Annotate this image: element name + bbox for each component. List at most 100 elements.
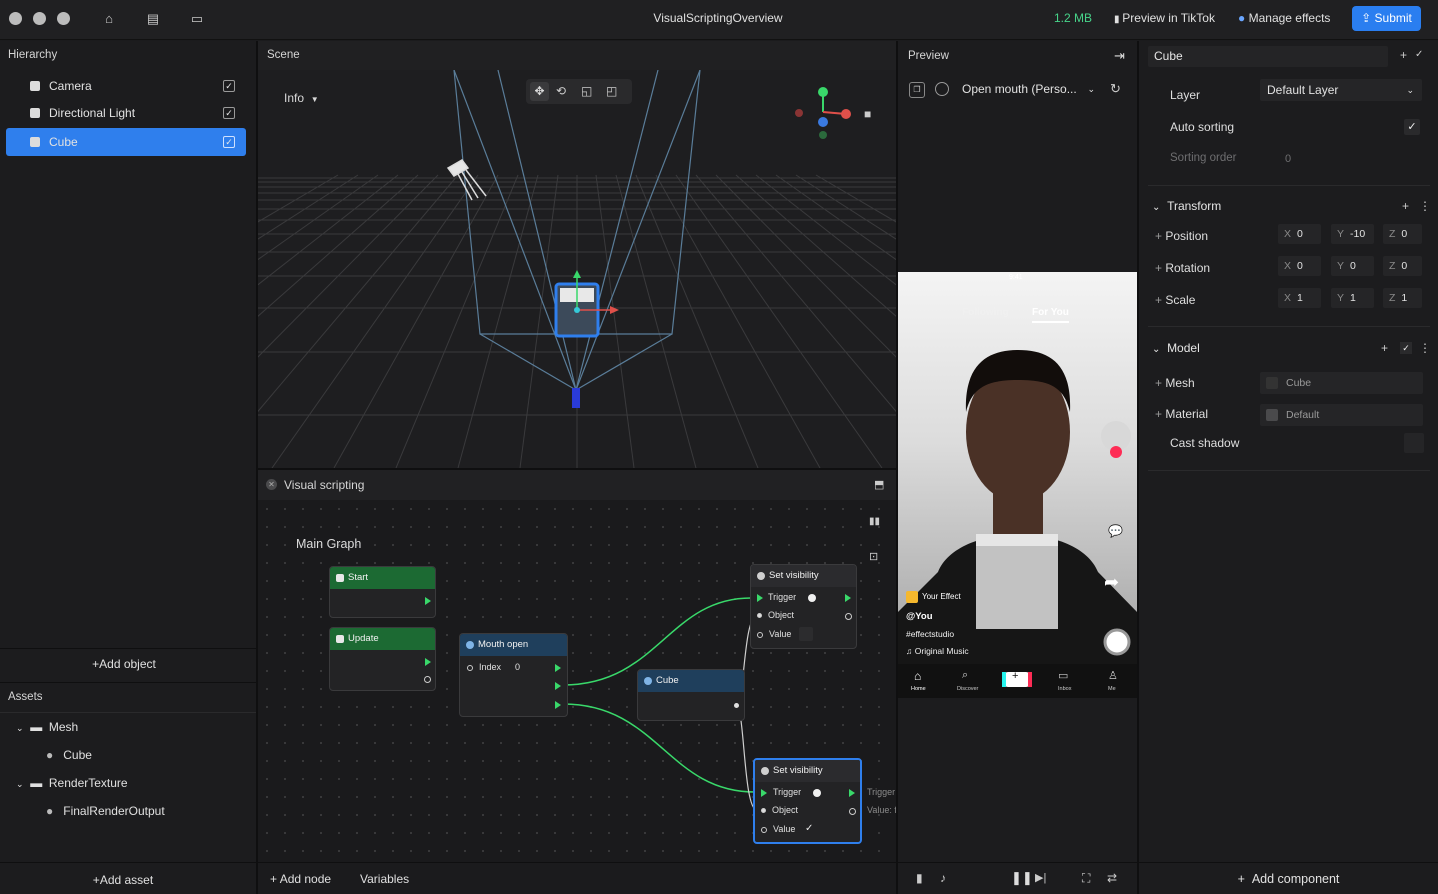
object-name-field[interactable]: Cube <box>1148 46 1388 67</box>
asset-item-cube[interactable]: ● Cube <box>46 748 92 762</box>
exec-out-pin[interactable] <box>425 658 431 666</box>
move-tool-icon[interactable]: ✥ <box>530 82 549 101</box>
plus-icon[interactable]: + <box>1402 199 1409 213</box>
home-icon[interactable]: ⌂ <box>914 669 921 683</box>
trigger-toggle[interactable] <box>808 594 816 602</box>
window-close-button[interactable] <box>9 12 22 25</box>
exec-in-pin[interactable] <box>761 789 767 797</box>
data-out-pin[interactable] <box>424 676 431 683</box>
check-icon[interactable]: ✓ <box>1415 49 1423 60</box>
model-enabled-checkbox[interactable]: ✓ <box>1400 342 1412 354</box>
asset-folder-rendertexture[interactable]: ⌄ ▬ RenderTexture <box>16 776 128 790</box>
submit-button[interactable]: ⇪ Submit <box>1352 6 1421 31</box>
index-value[interactable]: 0 <box>515 662 520 672</box>
data-out-pin[interactable] <box>849 808 856 815</box>
variables-button[interactable]: Variables <box>360 872 409 886</box>
update-node[interactable]: Update <box>329 627 436 691</box>
exec-out-pin[interactable] <box>845 594 851 602</box>
more-icon[interactable]: ⋮ <box>1419 341 1431 355</box>
camera-icon[interactable]: ■ <box>864 107 871 121</box>
scale-row[interactable]: + Scale <box>1155 293 1195 307</box>
visibility-checkbox[interactable]: ✓ <box>223 107 235 119</box>
position-y-field[interactable]: Y -10 <box>1331 224 1374 244</box>
value-input[interactable]: Value <box>757 629 791 639</box>
exec-out-pin[interactable] <box>555 682 561 690</box>
sorting-order-value[interactable]: 0 <box>1285 153 1291 165</box>
axis-gizmo[interactable] <box>788 82 888 142</box>
exec-out-pin[interactable] <box>425 597 431 605</box>
cast-shadow-checkbox[interactable] <box>1404 433 1424 453</box>
tiktok-icon[interactable]: ♪ <box>940 871 946 885</box>
trigger-toggle[interactable] <box>813 789 821 797</box>
rect-tool-icon[interactable]: ◰ <box>606 82 617 101</box>
manage-effects-link[interactable]: ● Manage effects <box>1238 11 1330 25</box>
asset-folder-mesh[interactable]: ⌄ ▬ Mesh <box>16 720 78 734</box>
cube-node[interactable]: Cube <box>637 669 745 721</box>
scale-z-field[interactable]: Z1 <box>1383 288 1422 308</box>
scale-y-field[interactable]: Y1 <box>1331 288 1374 308</box>
add-component-button[interactable]: + Add component <box>1139 872 1438 886</box>
chat-icon[interactable]: ▭ <box>189 11 205 27</box>
scene-viewport[interactable]: Info ▼ ✥ ⟲ ◱ ◰ ■ <box>258 70 896 468</box>
document-icon[interactable]: ▤ <box>145 11 161 27</box>
position-row[interactable]: + Position <box>1155 229 1208 243</box>
plus-icon[interactable]: + <box>1400 48 1407 62</box>
window-minimize-button[interactable] <box>33 12 46 25</box>
value-checkbox[interactable]: ✓ <box>805 823 813 834</box>
crop-icon[interactable]: ⛶ <box>1082 871 1090 886</box>
scale-x-field[interactable]: X1 <box>1278 288 1321 308</box>
rotation-z-field[interactable]: Z0 <box>1383 256 1422 276</box>
mesh-field[interactable]: Cube <box>1260 372 1423 394</box>
material-field[interactable]: Default <box>1260 404 1423 426</box>
exec-in-pin[interactable] <box>757 594 763 602</box>
window-maximize-button[interactable] <box>57 12 70 25</box>
share-icon[interactable]: ➦ <box>1104 572 1119 593</box>
preview-source-dropdown[interactable]: Open mouth (Perso... ⌄ <box>956 79 1101 99</box>
tab-for-you[interactable]: For You <box>1032 307 1069 323</box>
popout-icon[interactable]: ⬒ <box>874 478 884 491</box>
swap-icon[interactable]: ⇄ <box>1107 871 1117 885</box>
add-asset-button[interactable]: +Add asset <box>0 873 246 887</box>
effect-badge[interactable]: Your Effect <box>906 590 961 604</box>
inbox-icon[interactable]: ▭ <box>1058 669 1068 682</box>
profile-icon[interactable]: ♙ <box>1108 669 1118 682</box>
mouth-open-node[interactable]: Mouth open Index 0 <box>459 633 568 717</box>
info-dropdown[interactable]: Info ▼ <box>284 91 319 105</box>
face-tracking-icon[interactable] <box>935 82 949 96</box>
data-out-pin[interactable] <box>845 613 852 620</box>
step-forward-icon[interactable]: ▶| <box>1035 871 1046 884</box>
model-section-header[interactable]: ⌄ Model <box>1152 341 1200 355</box>
phone-preview[interactable]: 9:41 Following For You 💬 ➦ Your Effect @… <box>898 272 1137 698</box>
pause-icon[interactable]: ❚❚ <box>1011 870 1033 886</box>
value-input[interactable]: Value <box>761 824 795 834</box>
object-out-pin[interactable] <box>734 703 739 708</box>
position-z-field[interactable]: Z0 <box>1383 224 1422 244</box>
rotate-tool-icon[interactable]: ⟲ <box>556 82 566 101</box>
close-icon[interactable]: ✕ <box>266 479 277 490</box>
phone-icon[interactable]: ▮ <box>916 871 923 885</box>
index-input[interactable]: Index 0 <box>467 662 520 672</box>
exec-out-pin[interactable] <box>849 789 855 797</box>
exec-out-pin[interactable] <box>555 664 561 672</box>
transform-section-header[interactable]: ⌄ Transform <box>1152 199 1221 213</box>
visibility-checkbox[interactable]: ✓ <box>223 136 235 148</box>
hierarchy-item-cube[interactable]: Cube ✓ <box>6 128 246 156</box>
refresh-icon[interactable]: ↻ <box>1110 81 1121 97</box>
plus-icon[interactable]: + <box>1381 341 1388 355</box>
tab-following[interactable]: Following <box>962 307 1009 318</box>
scale-tool-icon[interactable]: ◱ <box>581 82 592 101</box>
set-visibility-node-1[interactable]: Set visibility Trigger Object Value <box>750 564 857 649</box>
asset-item-finalrenderoutput[interactable]: ● FinalRenderOutput <box>46 804 165 818</box>
create-icon[interactable]: + <box>1012 670 1018 682</box>
auto-sorting-checkbox[interactable]: ✓ <box>1404 119 1420 135</box>
more-icon[interactable]: ⋮ <box>1419 199 1431 213</box>
exit-preview-icon[interactable]: ⇥ <box>1114 48 1125 64</box>
visibility-checkbox[interactable]: ✓ <box>223 80 235 92</box>
search-icon[interactable]: ⌕ <box>962 669 968 682</box>
hierarchy-item-directional-light[interactable]: Directional Light ✓ <box>6 99 246 127</box>
preview-in-tiktok-link[interactable]: ▮ Preview in TikTok <box>1114 11 1215 25</box>
hierarchy-item-camera[interactable]: Camera ✓ <box>6 72 246 100</box>
copy-icon[interactable]: ❐ <box>909 82 925 98</box>
position-x-field[interactable]: X0 <box>1278 224 1321 244</box>
set-visibility-node-2[interactable]: Set visibility Trigger Object Value ✓ <box>753 758 862 844</box>
